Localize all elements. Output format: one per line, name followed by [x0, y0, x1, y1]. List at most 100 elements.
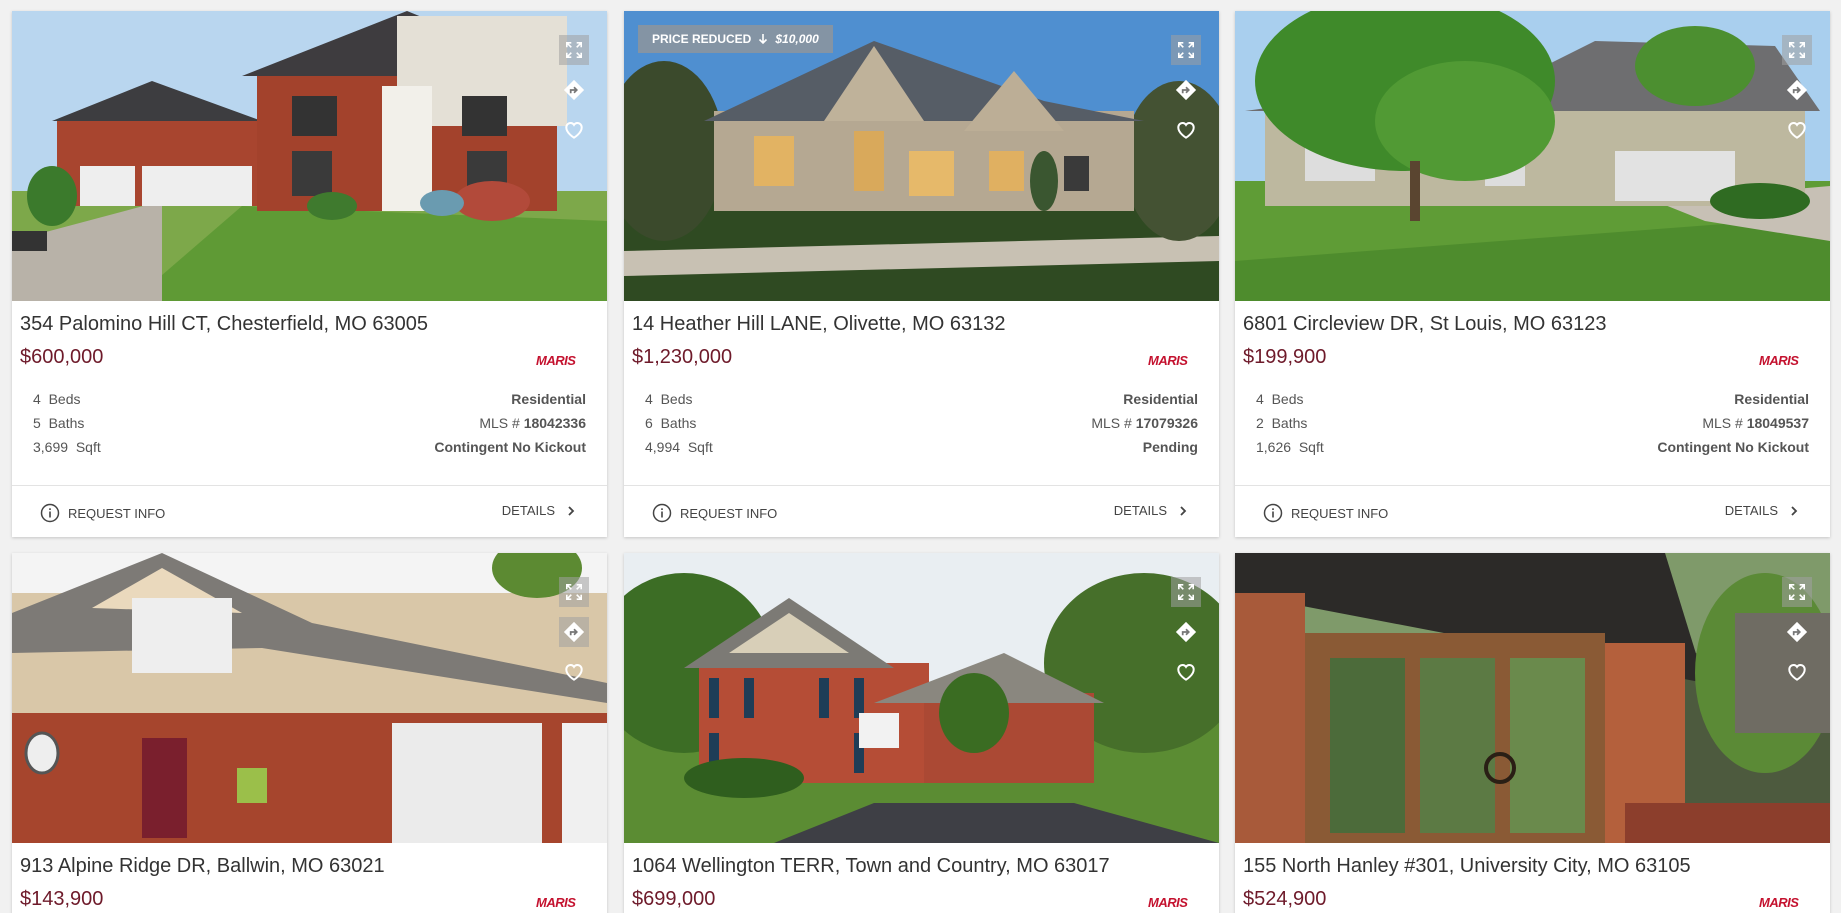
- heart-icon: [1175, 119, 1197, 141]
- maris-logo: MARIS: [1759, 353, 1799, 368]
- listing-card[interactable]: 1064 Wellington TERR, Town and Country, …: [624, 553, 1219, 913]
- logo-text: MARIS: [536, 895, 576, 910]
- directions-button[interactable]: [1782, 617, 1812, 647]
- listing-card[interactable]: 913 Alpine Ridge DR, Ballwin, MO 63021 $…: [12, 553, 607, 913]
- expand-photo-button[interactable]: [1171, 577, 1201, 607]
- maris-logo: MARIS: [536, 353, 576, 368]
- listing-address[interactable]: 14 Heather Hill LANE, Olivette, MO 63132: [624, 301, 1219, 337]
- expand-icon: [1788, 41, 1806, 59]
- listing-status: Contingent No Kickout: [434, 439, 586, 455]
- details-label: DETAILS: [1113, 503, 1167, 518]
- beds-value: 4: [1256, 391, 1264, 407]
- sqft-label: Sqft: [687, 439, 713, 455]
- beds-row: 4 Beds: [33, 387, 101, 411]
- directions-button[interactable]: [559, 617, 589, 647]
- baths-value: 6: [645, 415, 653, 431]
- details-label: DETAILS: [501, 503, 555, 518]
- listing-address[interactable]: 155 North Hanley #301, University City, …: [1235, 843, 1830, 879]
- chevron-right-icon: [565, 505, 577, 517]
- listing-photo[interactable]: [1235, 553, 1830, 843]
- listing-card[interactable]: 354 Palomino Hill CT, Chesterfield, MO 6…: [12, 11, 607, 537]
- directions-button[interactable]: [1171, 75, 1201, 105]
- listing-photo[interactable]: [12, 11, 607, 301]
- listing-photo[interactable]: [1235, 11, 1830, 301]
- listing-address[interactable]: 6801 Circleview DR, St Louis, MO 63123: [1235, 301, 1830, 337]
- directions-button[interactable]: [1782, 75, 1812, 105]
- house-photo: [12, 553, 607, 843]
- maris-logo: MARIS: [1148, 895, 1188, 910]
- mls-row: MLS # 17079326: [1091, 411, 1198, 435]
- mls-row: MLS # 18042336: [434, 411, 586, 435]
- property-type: Residential: [1123, 391, 1198, 407]
- listing-facts: 4 Beds 5 Baths 3,699 Sqft Residential ML…: [12, 377, 607, 485]
- listing-price: $1,230,000: [632, 346, 733, 368]
- listing-photo[interactable]: [624, 553, 1219, 843]
- listing-address[interactable]: 354 Palomino Hill CT, Chesterfield, MO 6…: [12, 301, 607, 337]
- directions-button[interactable]: [1171, 617, 1201, 647]
- maris-logo: MARIS: [536, 895, 576, 910]
- listing-photo[interactable]: [12, 553, 607, 843]
- favorite-button[interactable]: [559, 115, 589, 145]
- expand-photo-button[interactable]: [1782, 577, 1812, 607]
- beds-row: 4 Beds: [645, 387, 713, 411]
- mls-label: MLS #: [1091, 415, 1132, 431]
- mls-row: MLS # 18049537: [1657, 411, 1809, 435]
- logo-text: MARIS: [1759, 353, 1799, 368]
- expand-photo-button[interactable]: [559, 577, 589, 607]
- listing-card[interactable]: 6801 Circleview DR, St Louis, MO 63123 $…: [1235, 11, 1830, 537]
- logo-text: MARIS: [1759, 895, 1799, 910]
- house-photo: [624, 553, 1219, 843]
- listing-price: $600,000: [20, 346, 104, 368]
- expand-icon: [1177, 583, 1195, 601]
- directions-button[interactable]: [559, 75, 589, 105]
- listing-card[interactable]: 155 North Hanley #301, University City, …: [1235, 553, 1830, 913]
- listing-price: $524,900: [1243, 888, 1327, 910]
- favorite-button[interactable]: [1171, 115, 1201, 145]
- listing-facts: 4 Beds 2 Baths 1,626 Sqft Residential ML…: [1235, 377, 1830, 485]
- mls-number: 18042336: [523, 415, 586, 431]
- favorite-button[interactable]: [1171, 657, 1201, 687]
- listing-status: Pending: [1142, 439, 1198, 455]
- directions-icon: [563, 621, 585, 643]
- favorite-button[interactable]: [559, 657, 589, 687]
- details-button[interactable]: DETAILS: [1725, 503, 1800, 518]
- property-type: Residential: [511, 391, 586, 407]
- request-info-button[interactable]: REQUEST INFO: [40, 503, 165, 523]
- listing-photo[interactable]: PRICE REDUCED $10,000: [624, 11, 1219, 301]
- expand-photo-button[interactable]: [1171, 35, 1201, 65]
- heart-icon: [1175, 661, 1197, 683]
- price-reduced-badge: PRICE REDUCED $10,000: [638, 25, 833, 53]
- mls-number: 17079326: [1135, 415, 1198, 431]
- request-info-label: REQUEST INFO: [1291, 505, 1389, 521]
- listing-facts: 4 Beds 6 Baths 4,994 Sqft Residential ML…: [624, 377, 1219, 485]
- property-type: Residential: [1734, 391, 1809, 407]
- favorite-button[interactable]: [1782, 115, 1812, 145]
- request-info-button[interactable]: REQUEST INFO: [1263, 503, 1388, 523]
- arrow-down-icon: [757, 33, 769, 45]
- expand-photo-button[interactable]: [559, 35, 589, 65]
- listing-card[interactable]: PRICE REDUCED $10,000 14 Heather Hill LA…: [624, 11, 1219, 537]
- baths-value: 5: [33, 415, 41, 431]
- chevron-right-icon: [1177, 505, 1189, 517]
- expand-icon: [565, 583, 583, 601]
- mls-label: MLS #: [1702, 415, 1743, 431]
- maris-logo: MARIS: [1148, 353, 1188, 368]
- expand-icon: [565, 41, 583, 59]
- details-button[interactable]: DETAILS: [502, 503, 577, 518]
- directions-icon: [563, 79, 585, 101]
- beds-label: Beds: [48, 391, 81, 407]
- request-info-button[interactable]: REQUEST INFO: [652, 503, 777, 523]
- expand-photo-button[interactable]: [1782, 35, 1812, 65]
- sqft-value: 3,699: [33, 439, 69, 455]
- logo-text: MARIS: [1148, 895, 1188, 910]
- info-icon: [1263, 503, 1283, 523]
- expand-icon: [1788, 583, 1806, 601]
- details-button[interactable]: DETAILS: [1114, 503, 1189, 518]
- info-icon: [652, 503, 672, 523]
- favorite-button[interactable]: [1782, 657, 1812, 687]
- house-photo: [624, 11, 1219, 301]
- listing-address[interactable]: 1064 Wellington TERR, Town and Country, …: [624, 843, 1219, 879]
- baths-value: 2: [1256, 415, 1264, 431]
- listing-address[interactable]: 913 Alpine Ridge DR, Ballwin, MO 63021: [12, 843, 607, 879]
- listing-status: Contingent No Kickout: [1657, 439, 1809, 455]
